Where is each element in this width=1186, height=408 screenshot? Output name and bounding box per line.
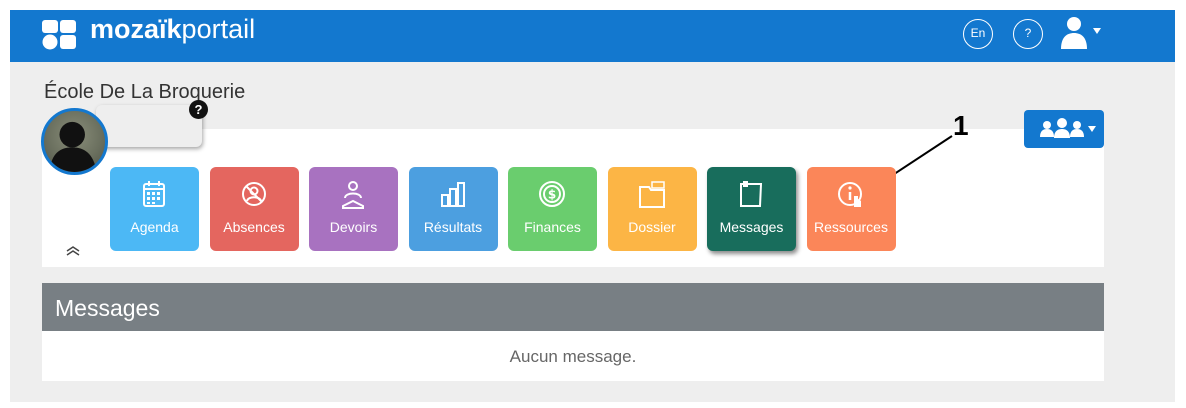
section-title: Messages [55,295,160,321]
finances-icon: $ [539,181,565,207]
collapse-chevrons-icon[interactable] [66,246,80,256]
group-selector-button[interactable] [1024,110,1104,148]
module-tile-agenda[interactable]: Agenda [110,167,199,251]
messages-icon [740,181,763,207]
group-icon [1040,118,1096,138]
module-label: Messages [719,219,784,235]
resources-icon [837,182,862,207]
messages-section-header: Messages [42,283,1104,331]
module-label: Finances [524,219,581,235]
module-tile-devoirs[interactable]: Devoirs [309,167,398,251]
module-tile-messages[interactable]: Messages [707,167,796,251]
absences-icon [241,182,266,206]
student-selector[interactable] [96,105,202,147]
svg-text:$: $ [548,188,556,202]
module-tile-resultats[interactable]: Résultats [408,167,498,251]
messages-section-body: Aucun message. [42,331,1104,381]
student-avatar[interactable] [41,108,108,175]
folder-icon [638,181,665,208]
module-tile-absences[interactable]: Absences [209,167,299,251]
module-tile-dossier[interactable]: Dossier [607,167,697,251]
module-label: Absences [223,219,285,235]
module-label: Agenda [130,219,179,235]
brand-light: portail [181,14,256,44]
calendar-icon [143,181,165,207]
module-label: Dossier [628,219,676,235]
user-menu-icon[interactable] [1058,15,1104,51]
help-button[interactable]: ? [1013,19,1043,49]
brand-bold: mozaïk [90,14,182,44]
module-label: Ressources [814,219,888,235]
app-brand[interactable]: mozaïkportail [90,14,255,44]
person-silhouette-icon [49,121,97,172]
school-name: École De La Broquerie [44,81,246,103]
module-tile-finances[interactable]: $ Finances [508,167,597,251]
mozaik-logo-icon [42,20,76,50]
module-label: Résultats [423,219,483,235]
module-label: Devoirs [329,219,378,235]
language-button[interactable]: En [963,19,993,49]
empty-message-text: Aucun message. [509,347,637,366]
student-help-badge[interactable]: ? [189,100,208,119]
module-tile-ressources[interactable]: Ressources [806,167,896,251]
homework-icon [342,181,364,209]
results-icon [440,182,465,207]
